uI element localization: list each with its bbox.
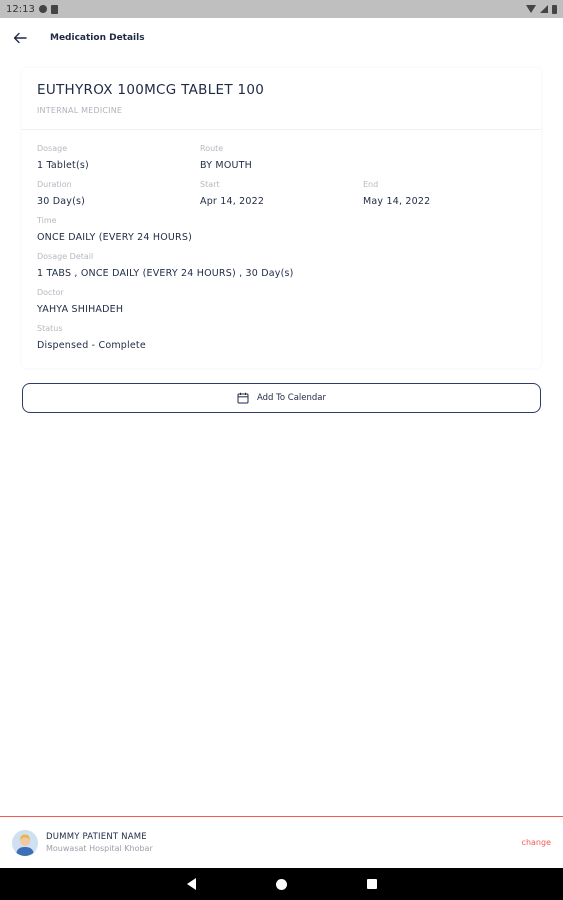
field-label: Status (37, 324, 63, 333)
field-label: Time (37, 216, 57, 225)
calendar-icon (237, 392, 249, 404)
notification-icon (38, 5, 47, 13)
add-to-calendar-label: Add To Calendar (256, 393, 327, 403)
medication-department: INTERNAL MEDICINE (37, 106, 123, 115)
field-value: Apr 14, 2022 (200, 196, 265, 207)
field-label: End (363, 180, 379, 189)
battery-icon (552, 4, 557, 14)
field-label: Dosage Detail (37, 252, 94, 261)
medication-card-header: EUTHYROX 100MCG TABLET 100 INTERNAL MEDI… (22, 68, 541, 130)
app-header: Medication Details (0, 18, 563, 58)
medication-card: EUTHYROX 100MCG TABLET 100 INTERNAL MEDI… (22, 68, 541, 368)
patient-name: DUMMY PATIENT NAME (46, 832, 147, 842)
field-doctor: Doctor YAHYA SHIHADEH (37, 288, 123, 316)
page-title: Medication Details (50, 33, 145, 43)
signal-icon (540, 5, 548, 13)
field-dosage: Dosage 1 Tablet(s) (37, 144, 89, 172)
sim-icon (50, 4, 58, 14)
field-label: Route (200, 144, 224, 153)
field-route: Route BY MOUTH (200, 144, 252, 172)
patient-hospital: Mouwasat Hospital Khobar (46, 844, 153, 853)
field-value: 30 Day(s) (37, 196, 86, 207)
field-value: BY MOUTH (200, 160, 252, 171)
field-label: Duration (37, 180, 72, 189)
system-nav-bar (0, 868, 563, 900)
status-bar: 12:13 (0, 0, 563, 18)
avatar (12, 829, 38, 856)
change-patient-link[interactable]: change (522, 838, 551, 847)
field-value: 1 TABS , ONCE DAILY (EVERY 24 HOURS) , 3… (37, 268, 294, 279)
medication-name: EUTHYROX 100MCG TABLET 100 (37, 82, 265, 98)
field-dosage-detail: Dosage Detail 1 TABS , ONCE DAILY (EVERY… (37, 252, 294, 280)
field-label: Doctor (37, 288, 64, 297)
wifi-icon (526, 5, 536, 13)
back-button[interactable] (0, 18, 40, 58)
patient-info: DUMMY PATIENT NAME Mouwasat Hospital Kho… (46, 832, 153, 853)
field-value: May 14, 2022 (363, 196, 431, 207)
add-to-calendar-button[interactable]: Add To Calendar (22, 383, 541, 413)
field-duration: Duration 30 Day(s) (37, 180, 85, 208)
status-right (526, 4, 557, 14)
arrow-left-icon (13, 32, 27, 44)
field-value: ONCE DAILY (EVERY 24 HOURS) (37, 232, 192, 243)
field-status: Status Dispensed - Complete (37, 324, 146, 352)
status-time: 12:13 (6, 3, 35, 15)
field-label: Start (200, 180, 220, 189)
field-start: Start Apr 14, 2022 (200, 180, 264, 208)
status-left: 12:13 (6, 4, 58, 15)
field-label: Dosage (37, 144, 68, 153)
field-value: 1 Tablet(s) (37, 160, 89, 171)
patient-bar: DUMMY PATIENT NAME Mouwasat Hospital Kho… (0, 816, 563, 868)
field-end: End May 14, 2022 (363, 180, 430, 208)
field-time: Time ONCE DAILY (EVERY 24 HOURS) (37, 216, 192, 244)
nav-recents-icon[interactable] (366, 879, 377, 889)
field-value: Dispensed - Complete (37, 340, 146, 351)
user-avatar-icon (12, 829, 38, 856)
field-value: YAHYA SHIHADEH (37, 304, 124, 315)
nav-home-icon[interactable] (275, 878, 287, 890)
nav-back-icon[interactable] (186, 878, 196, 890)
